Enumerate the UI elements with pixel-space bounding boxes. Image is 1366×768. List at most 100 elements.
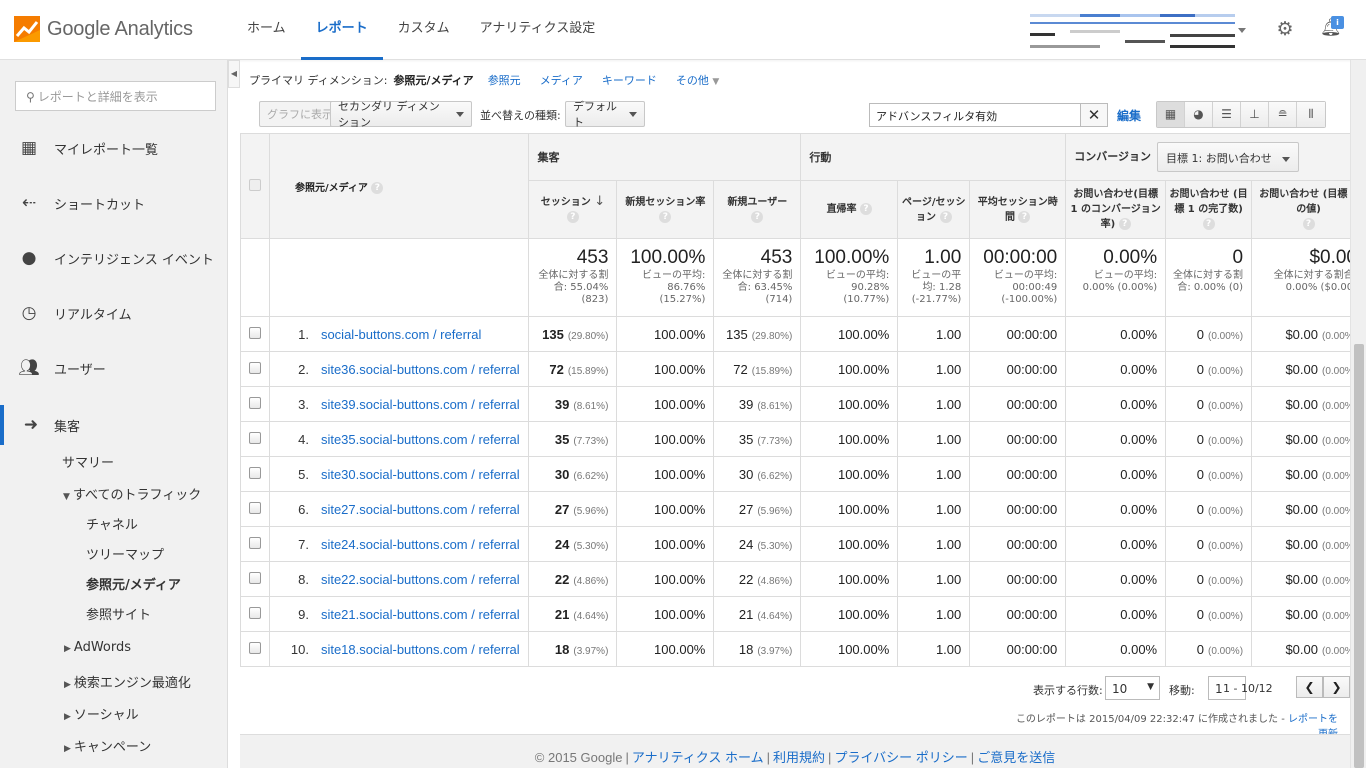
sidebar-sub-all-traffic[interactable]: ▼ すべてのトラフィック (63, 484, 201, 503)
nav-reports[interactable]: レポート (300, 0, 383, 60)
dimension-link-medium[interactable]: メディア (540, 72, 583, 88)
table-view-icon[interactable]: ▦ (1157, 102, 1185, 127)
page-scrollbar[interactable] (1350, 60, 1366, 768)
sidebar-sub-campaign[interactable]: ▶ キャンペーン (64, 736, 151, 755)
row-checkbox-cell[interactable] (240, 561, 270, 597)
help-icon[interactable]: ? (566, 211, 579, 223)
col-goal-value[interactable]: お問い合わせ (目標 1 の値)? (1251, 180, 1350, 239)
help-icon[interactable]: ? (1018, 210, 1031, 223)
source-medium-link[interactable]: site27.social-buttons.com / referral (321, 502, 520, 517)
row-checkbox-cell[interactable] (240, 596, 270, 632)
advanced-filter-field[interactable]: アドバンスフィルタ有効 (869, 103, 1081, 127)
row-checkbox[interactable] (248, 396, 261, 409)
logo[interactable]: Google Analytics (14, 14, 193, 44)
row-checkbox-cell[interactable] (240, 526, 270, 562)
sort-type-dropdown[interactable]: デフォルト (565, 100, 645, 129)
row-checkbox[interactable] (248, 536, 261, 549)
edit-filter-link[interactable]: 編集 (1117, 107, 1141, 124)
col-goal-conversion-rate[interactable]: お問い合わせ(目標 1 のコンバージョン率) ? (1065, 180, 1167, 239)
footer-link-home[interactable]: アナリティクス ホーム (632, 750, 764, 765)
dimension-link-source[interactable]: 参照元 (488, 72, 521, 88)
source-medium-link[interactable]: site24.social-buttons.com / referral (321, 537, 520, 552)
plot-rows-button[interactable]: グラフに表示 (259, 101, 341, 127)
sidebar-sub-channel[interactable]: チャネル (86, 514, 138, 533)
footer-link-privacy[interactable]: プライバシー ポリシー (834, 750, 967, 765)
col-avg-session-duration[interactable]: 平均セッション時間 ? (969, 180, 1067, 239)
col-new-session-rate[interactable]: 新規セッション率? (616, 180, 715, 239)
help-icon[interactable]: ? (751, 210, 764, 223)
comparison-view-icon[interactable]: ⊥ (1241, 102, 1269, 127)
row-checkbox[interactable] (248, 326, 261, 339)
help-icon[interactable]: ? (1302, 218, 1315, 230)
row-checkbox-cell[interactable] (240, 491, 270, 527)
row-checkbox[interactable] (248, 571, 261, 584)
row-checkbox[interactable] (248, 641, 261, 654)
nav-admin[interactable]: アナリティクス設定 (465, 0, 611, 60)
source-medium-link[interactable]: social-buttons.com / referral (321, 327, 481, 342)
help-icon[interactable]: ? (1118, 218, 1131, 230)
row-checkbox[interactable] (248, 431, 261, 444)
row-checkbox[interactable] (248, 466, 261, 479)
source-medium-link[interactable]: site30.social-buttons.com / referral (321, 467, 520, 482)
row-checkbox-cell[interactable] (240, 316, 270, 352)
footer-link-feedback[interactable]: ご意見を送信 (977, 750, 1055, 765)
sidebar-item-audience[interactable]: 👥︎ ユーザー (0, 353, 227, 383)
term-cloud-view-icon[interactable]: ≘ (1269, 102, 1297, 127)
help-icon[interactable]: ? (371, 181, 384, 194)
dimension-link-keyword[interactable]: キーワード (602, 72, 657, 88)
sidebar-sub-adwords[interactable]: ▶ AdWords (64, 640, 131, 655)
sidebar-item-intelligence[interactable]: ● インテリジェンス イベント (0, 243, 227, 273)
row-checkbox-cell[interactable] (240, 386, 270, 422)
source-medium-link[interactable]: site39.social-buttons.com / referral (321, 397, 520, 412)
help-icon[interactable]: ? (860, 203, 873, 215)
row-checkbox-cell[interactable] (240, 456, 270, 492)
source-medium-link[interactable]: site21.social-buttons.com / referral (321, 607, 520, 622)
help-icon[interactable]: ? (1202, 218, 1215, 230)
col-sessions[interactable]: セッション ↓? (528, 180, 618, 239)
sidebar-item-shortcuts[interactable]: ⇠ ショートカット (0, 188, 227, 218)
sidebar-item-realtime[interactable]: ◷ リアルタイム (0, 298, 227, 328)
col-bounce-rate[interactable]: 直帰率 ? (800, 180, 899, 239)
row-checkbox[interactable] (248, 606, 261, 619)
sidebar-sub-source-medium[interactable]: 参照元/メディア (86, 574, 181, 593)
gear-icon[interactable]: ⚙ (1274, 18, 1296, 40)
sidebar-sub-treemap[interactable]: ツリーマップ (86, 544, 164, 563)
collapse-sidebar-button[interactable]: ◀ (228, 60, 240, 88)
source-medium-link[interactable]: site35.social-buttons.com / referral (321, 432, 520, 447)
report-search-input[interactable]: ⚲ レポートと詳細を表示 (15, 81, 216, 111)
sidebar-sub-summary[interactable]: サマリー (62, 452, 114, 471)
source-medium-link[interactable]: site22.social-buttons.com / referral (321, 572, 520, 587)
col-new-users[interactable]: 新規ユーザー? (713, 180, 802, 239)
goal-selector-dropdown[interactable]: 目標 1: お問い合わせ (1157, 142, 1299, 172)
dimension-other-dropdown[interactable]: その他 ▼ (676, 72, 719, 88)
row-checkbox[interactable] (248, 361, 261, 374)
sidebar-item-my-reports[interactable]: ▦ マイレポート一覧 (0, 133, 227, 163)
pie-view-icon[interactable]: ◕ (1185, 102, 1213, 127)
nav-home[interactable]: ホーム (232, 0, 301, 60)
prev-page-button[interactable]: ❮ (1296, 676, 1323, 698)
footer-link-terms[interactable]: 利用規約 (773, 750, 825, 765)
account-selector[interactable] (1030, 12, 1250, 50)
pivot-view-icon[interactable]: ⦀ (1297, 102, 1325, 127)
sidebar-sub-seo[interactable]: ▶ 検索エンジン最適化 (64, 672, 191, 691)
clear-filter-icon[interactable]: ✕ (1081, 103, 1108, 127)
col-pages-per-session[interactable]: ページ/セッション ? (897, 180, 971, 239)
source-medium-link[interactable]: site18.social-buttons.com / referral (321, 642, 520, 657)
nav-custom[interactable]: カスタム (383, 0, 465, 60)
secondary-dimension-dropdown[interactable]: セカンダリ ディメンション (330, 100, 472, 129)
col-goal-completions[interactable]: お問い合わせ (目標 1 の完了数) ? (1165, 180, 1253, 239)
help-icon[interactable]: ? (939, 210, 952, 223)
select-all-checkbox[interactable] (240, 133, 270, 239)
notification-button[interactable]: 🔔︎ i (1318, 16, 1344, 42)
row-checkbox-cell[interactable] (240, 421, 270, 457)
row-checkbox[interactable] (248, 501, 261, 514)
next-page-button[interactable]: ❯ (1323, 676, 1350, 698)
sidebar-sub-social[interactable]: ▶ ソーシャル (64, 704, 139, 723)
sidebar-sub-referrals[interactable]: 参照サイト (86, 604, 151, 623)
help-icon[interactable]: ? (659, 210, 672, 223)
row-checkbox-cell[interactable] (240, 351, 270, 387)
row-checkbox-cell[interactable] (240, 631, 270, 667)
performance-view-icon[interactable]: ☰ (1213, 102, 1241, 127)
rows-per-page-select[interactable]: 10 (1105, 676, 1160, 700)
scrollbar-thumb[interactable] (1354, 344, 1364, 768)
